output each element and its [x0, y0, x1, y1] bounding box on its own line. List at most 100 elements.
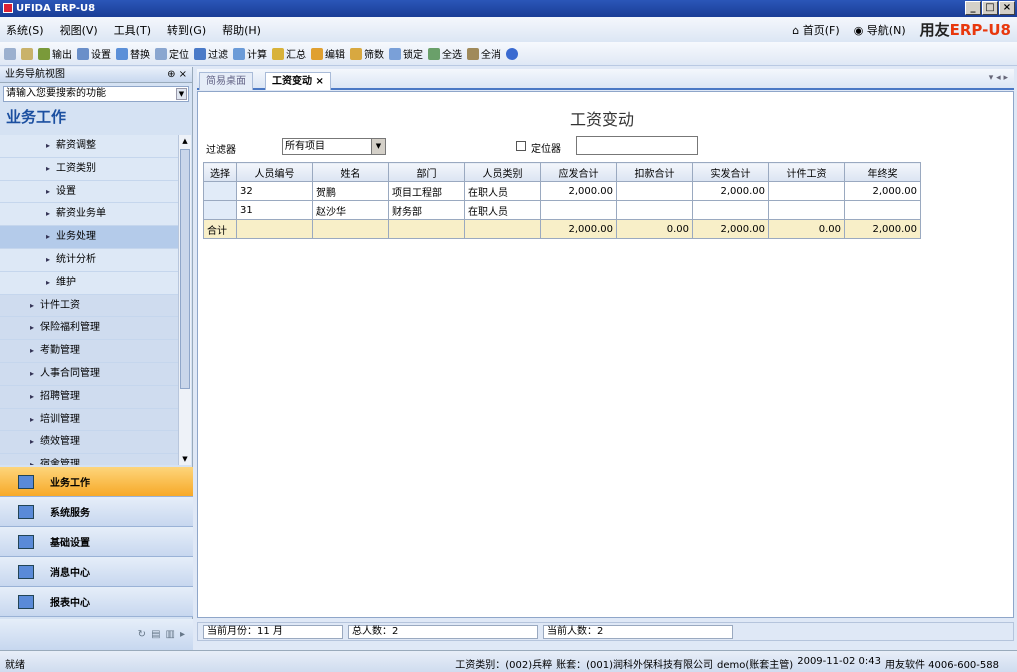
nav-link[interactable]: ◉ 导航(N) [854, 22, 906, 38]
cell-total-net: 2,000.00 [692, 219, 769, 239]
nav-item-contract[interactable]: 人事合同管理 [0, 362, 178, 386]
filter-button[interactable]: 过滤 [194, 46, 228, 61]
lock-button[interactable]: 锁定 [389, 46, 423, 61]
cell-net[interactable] [692, 200, 769, 220]
cell-select[interactable] [203, 181, 237, 201]
tab-nav-arrows[interactable]: ▾ ◂ ▸ [989, 73, 1008, 83]
nav-item-maintenance[interactable]: 维护 [0, 271, 178, 295]
cell-person-type[interactable]: 在职人员 [464, 200, 541, 220]
status-account: 账套：(001)润科外保科技有限公司 [556, 660, 714, 671]
col-net[interactable]: 实发合计 [692, 162, 769, 182]
nav-item-attendance[interactable]: 考勤管理 [0, 340, 178, 363]
select-all-button[interactable]: 全选 [428, 46, 462, 61]
col-person-type[interactable]: 人员类别 [464, 162, 541, 182]
menu-help[interactable]: 帮助(H) [222, 22, 261, 38]
fetch-label: 筛数 [364, 50, 384, 61]
nav-item-business-process[interactable]: 业务处理 [0, 226, 178, 249]
col-select[interactable]: 选择 [203, 162, 237, 182]
panel-basic-settings[interactable]: 基础设置 [0, 527, 193, 557]
tab-close-icon[interactable]: × [315, 76, 323, 87]
cell-piecework[interactable] [768, 181, 845, 201]
table-row[interactable]: 31 赵沙华 财务部 在职人员 [203, 200, 921, 220]
cell-gross[interactable]: 2,000.00 [540, 181, 617, 201]
locator-input[interactable] [576, 136, 698, 155]
tab-salary-change[interactable]: 工资变动 × [265, 72, 331, 90]
cell-net[interactable]: 2,000.00 [692, 181, 769, 201]
cell-gross[interactable] [540, 200, 617, 220]
nav-item-performance[interactable]: 绩效管理 [0, 431, 178, 455]
col-name[interactable]: 姓名 [312, 162, 389, 182]
col-person-id[interactable]: 人员编号 [236, 162, 313, 182]
nav-item-statistics[interactable]: 统计分析 [0, 248, 178, 272]
panel-message-center[interactable]: 消息中心 [0, 557, 193, 587]
nav-close-icon[interactable]: ⊕ × [167, 67, 187, 83]
col-dept[interactable]: 部门 [388, 162, 465, 182]
replace-button[interactable]: 替换 [116, 46, 150, 61]
cell-piecework[interactable] [768, 200, 845, 220]
nav-item-training[interactable]: 培训管理 [0, 408, 178, 432]
edit-button[interactable]: 编辑 [311, 46, 345, 61]
nav-item-salary-doc[interactable]: 薪资业务单 [0, 203, 178, 227]
close-button[interactable]: × [999, 1, 1015, 15]
calculate-button[interactable]: 计算 [233, 46, 267, 61]
col-bonus[interactable]: 年终奖 [844, 162, 921, 182]
nav-item-insurance[interactable]: 保险福利管理 [0, 317, 178, 341]
chevron-down-icon[interactable]: ▼ [176, 88, 187, 100]
window-icon[interactable]: ▤ [151, 629, 160, 640]
layout-icon[interactable]: ▥ [166, 629, 175, 640]
refresh-icon[interactable]: ↻ [138, 629, 146, 640]
cell-name[interactable]: 赵沙华 [312, 200, 389, 220]
nav-item-salary-category[interactable]: 工资类别 [0, 157, 178, 181]
nav-item-piecework[interactable]: 计件工资 [0, 294, 178, 318]
menu-tools[interactable]: 工具(T) [114, 22, 151, 38]
panel-system-service[interactable]: 系统服务 [0, 497, 193, 527]
scroll-up-icon[interactable]: ▲ [180, 135, 190, 147]
fetch-button[interactable]: 筛数 [350, 46, 384, 61]
system-service-icon [18, 504, 34, 519]
scroll-thumb[interactable] [180, 149, 190, 389]
locate-button[interactable]: 定位 [155, 46, 189, 61]
preview-button[interactable] [21, 47, 33, 60]
nav-scrollbar[interactable]: ▲ ▼ [178, 135, 191, 465]
locator-checkbox[interactable] [516, 141, 526, 151]
export-button[interactable]: 输出 [38, 46, 72, 61]
nav-item-dormitory[interactable]: 宿舍管理 [0, 454, 178, 465]
tab-simple-desktop[interactable]: 简易桌面 [199, 72, 253, 90]
menu-system[interactable]: 系统(S) [6, 22, 44, 38]
col-gross[interactable]: 应发合计 [540, 162, 617, 182]
filter-select[interactable]: 所有项目 ▼ [282, 138, 386, 155]
cell-dept[interactable]: 项目工程部 [388, 181, 465, 201]
cell-select[interactable] [203, 200, 237, 220]
summary-button[interactable]: 汇总 [272, 46, 306, 61]
nav-item-recruit[interactable]: 招聘管理 [0, 385, 178, 409]
menu-goto[interactable]: 转到(G) [167, 22, 206, 38]
table-row[interactable]: 32 贺鹏 项目工程部 在职人员 2,000.00 2,000.00 2,000… [203, 181, 921, 201]
cell-deduct[interactable] [616, 200, 693, 220]
cell-name[interactable]: 贺鹏 [312, 181, 389, 201]
nav-item-salary-adjust[interactable]: 薪资调整 [0, 135, 178, 158]
cell-person-id[interactable]: 31 [236, 200, 313, 220]
panel-report-center[interactable]: 报表中心 [0, 587, 193, 617]
menu-view[interactable]: 视图(V) [60, 22, 98, 38]
nav-search-input[interactable]: 请输入您要搜索的功能 ▼ [3, 86, 189, 102]
nav-item-settings[interactable]: 设置 [0, 180, 178, 204]
scroll-down-icon[interactable]: ▼ [180, 453, 190, 465]
cell-deduct[interactable] [616, 181, 693, 201]
help-button[interactable] [506, 47, 518, 60]
deselect-all-button[interactable]: 全消 [467, 46, 501, 61]
print-button[interactable] [4, 47, 16, 60]
col-deduct[interactable]: 扣款合计 [616, 162, 693, 182]
maximize-button[interactable]: □ [982, 1, 998, 15]
cell-person-type[interactable]: 在职人员 [464, 181, 541, 201]
settings-button[interactable]: 设置 [77, 46, 111, 61]
cell-dept[interactable]: 财务部 [388, 200, 465, 220]
panel-business-work[interactable]: 业务工作 [0, 467, 193, 497]
chevron-down-icon[interactable]: ▼ [371, 139, 385, 154]
home-link[interactable]: ⌂ 首页(F) [792, 22, 839, 38]
minimize-button[interactable]: _ [965, 1, 981, 15]
cell-bonus[interactable]: 2,000.00 [844, 181, 921, 201]
col-piecework[interactable]: 计件工资 [768, 162, 845, 182]
more-icon[interactable]: ▸ [180, 629, 185, 640]
cell-person-id[interactable]: 32 [236, 181, 313, 201]
cell-bonus[interactable] [844, 200, 921, 220]
